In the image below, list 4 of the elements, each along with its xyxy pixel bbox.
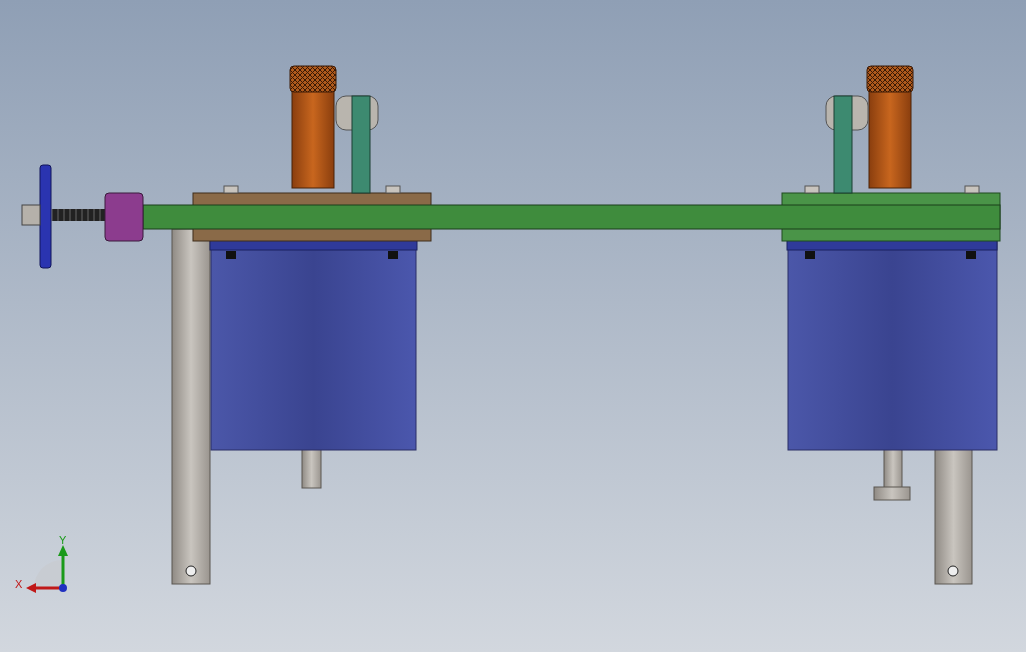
cad-viewport[interactable]: Y X <box>0 0 1026 652</box>
y-axis-label: Y <box>59 534 67 546</box>
x-axis-label: X <box>15 578 23 590</box>
axis-triad-icon <box>26 545 68 593</box>
